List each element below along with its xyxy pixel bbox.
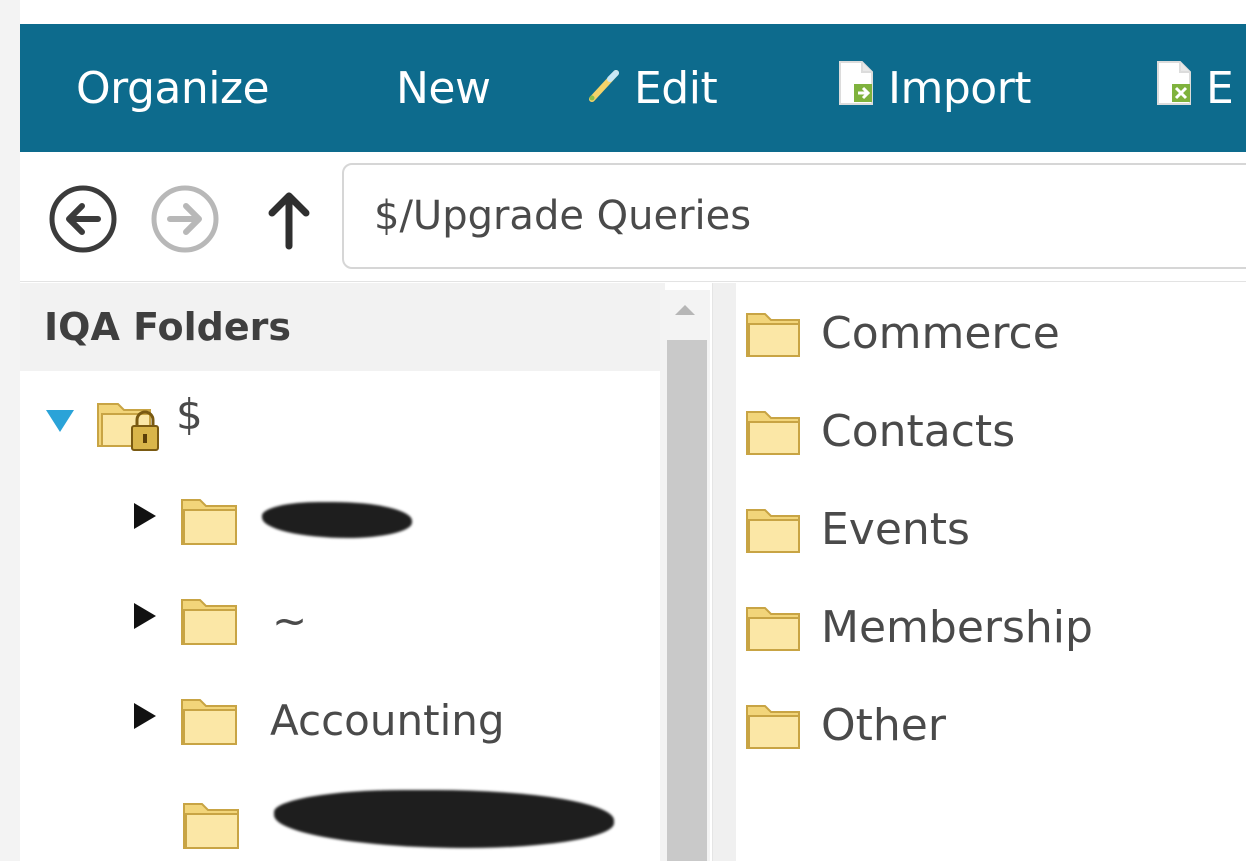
pane-splitter[interactable] [712, 283, 736, 861]
window-top-strip [0, 0, 1246, 24]
export-file-icon [1154, 60, 1194, 117]
window-left-gutter [0, 0, 20, 861]
folder-item-label: Events [821, 503, 970, 555]
back-arrow-circle-icon [49, 185, 117, 253]
folder-item-label: Other [821, 699, 946, 751]
tree-node-label: $ [176, 389, 203, 439]
address-bar[interactable]: $/Upgrade Queries [342, 163, 1246, 269]
tree-node[interactable]: ~ [134, 592, 307, 648]
edit-label: Edit [634, 62, 718, 114]
forward-arrow-circle-icon [151, 185, 219, 253]
folder-icon [182, 796, 242, 852]
expand-arrow-icon[interactable] [46, 410, 74, 432]
organize-menu-button[interactable]: Organize [76, 24, 270, 152]
import-label: Import [888, 62, 1032, 114]
up-button[interactable] [254, 184, 324, 254]
tree-node-root[interactable]: $ [46, 389, 203, 456]
folder-item-commerce[interactable]: Commerce [745, 306, 1060, 360]
folder-icon [745, 698, 803, 752]
folder-icon [745, 502, 803, 556]
tree-scrollbar-thumb[interactable] [667, 340, 707, 861]
scroll-up-icon[interactable] [675, 305, 695, 315]
folder-item-label: Membership [821, 601, 1093, 653]
tree-node[interactable] [134, 492, 412, 548]
folder-icon [745, 306, 803, 360]
folder-icon [180, 492, 240, 548]
import-button[interactable]: Import [836, 24, 1032, 152]
folder-icon [180, 592, 240, 648]
tree-node[interactable] [182, 790, 614, 852]
folder-item-label: Commerce [821, 307, 1060, 359]
folder-icon [745, 600, 803, 654]
address-path: $/Upgrade Queries [374, 193, 752, 239]
redaction-scribble [262, 502, 412, 538]
folder-item-membership[interactable]: Membership [745, 600, 1093, 654]
export-button[interactable]: E [1154, 24, 1234, 152]
collapse-arrow-icon[interactable] [134, 503, 156, 529]
folder-icon [180, 692, 240, 748]
folder-item-events[interactable]: Events [745, 502, 970, 556]
edit-button[interactable]: Edit [586, 24, 718, 152]
up-arrow-icon [268, 192, 310, 250]
new-label: New [396, 62, 491, 114]
folder-item-label: Contacts [821, 405, 1016, 457]
export-label: E [1206, 62, 1234, 114]
folder-item-other[interactable]: Other [745, 698, 946, 752]
tree-node-label: Accounting [270, 695, 505, 745]
tree-node[interactable]: Accounting [134, 692, 505, 748]
collapse-arrow-icon[interactable] [134, 603, 156, 629]
tree-node-label: ~ [272, 595, 308, 645]
forward-button[interactable] [150, 184, 220, 254]
toolbar: Organize New Edit Import E [20, 24, 1246, 152]
collapse-arrow-icon[interactable] [134, 703, 156, 729]
back-button[interactable] [48, 184, 118, 254]
pencil-icon [586, 63, 622, 114]
folder-item-contacts[interactable]: Contacts [745, 404, 1015, 458]
redaction-scribble [274, 790, 614, 848]
folder-icon [745, 404, 803, 458]
locked-folder-icon [96, 392, 166, 456]
pane-title: IQA Folders [20, 283, 665, 371]
organize-label: Organize [76, 62, 270, 114]
new-menu-button[interactable]: New [396, 24, 491, 152]
import-file-icon [836, 60, 876, 117]
